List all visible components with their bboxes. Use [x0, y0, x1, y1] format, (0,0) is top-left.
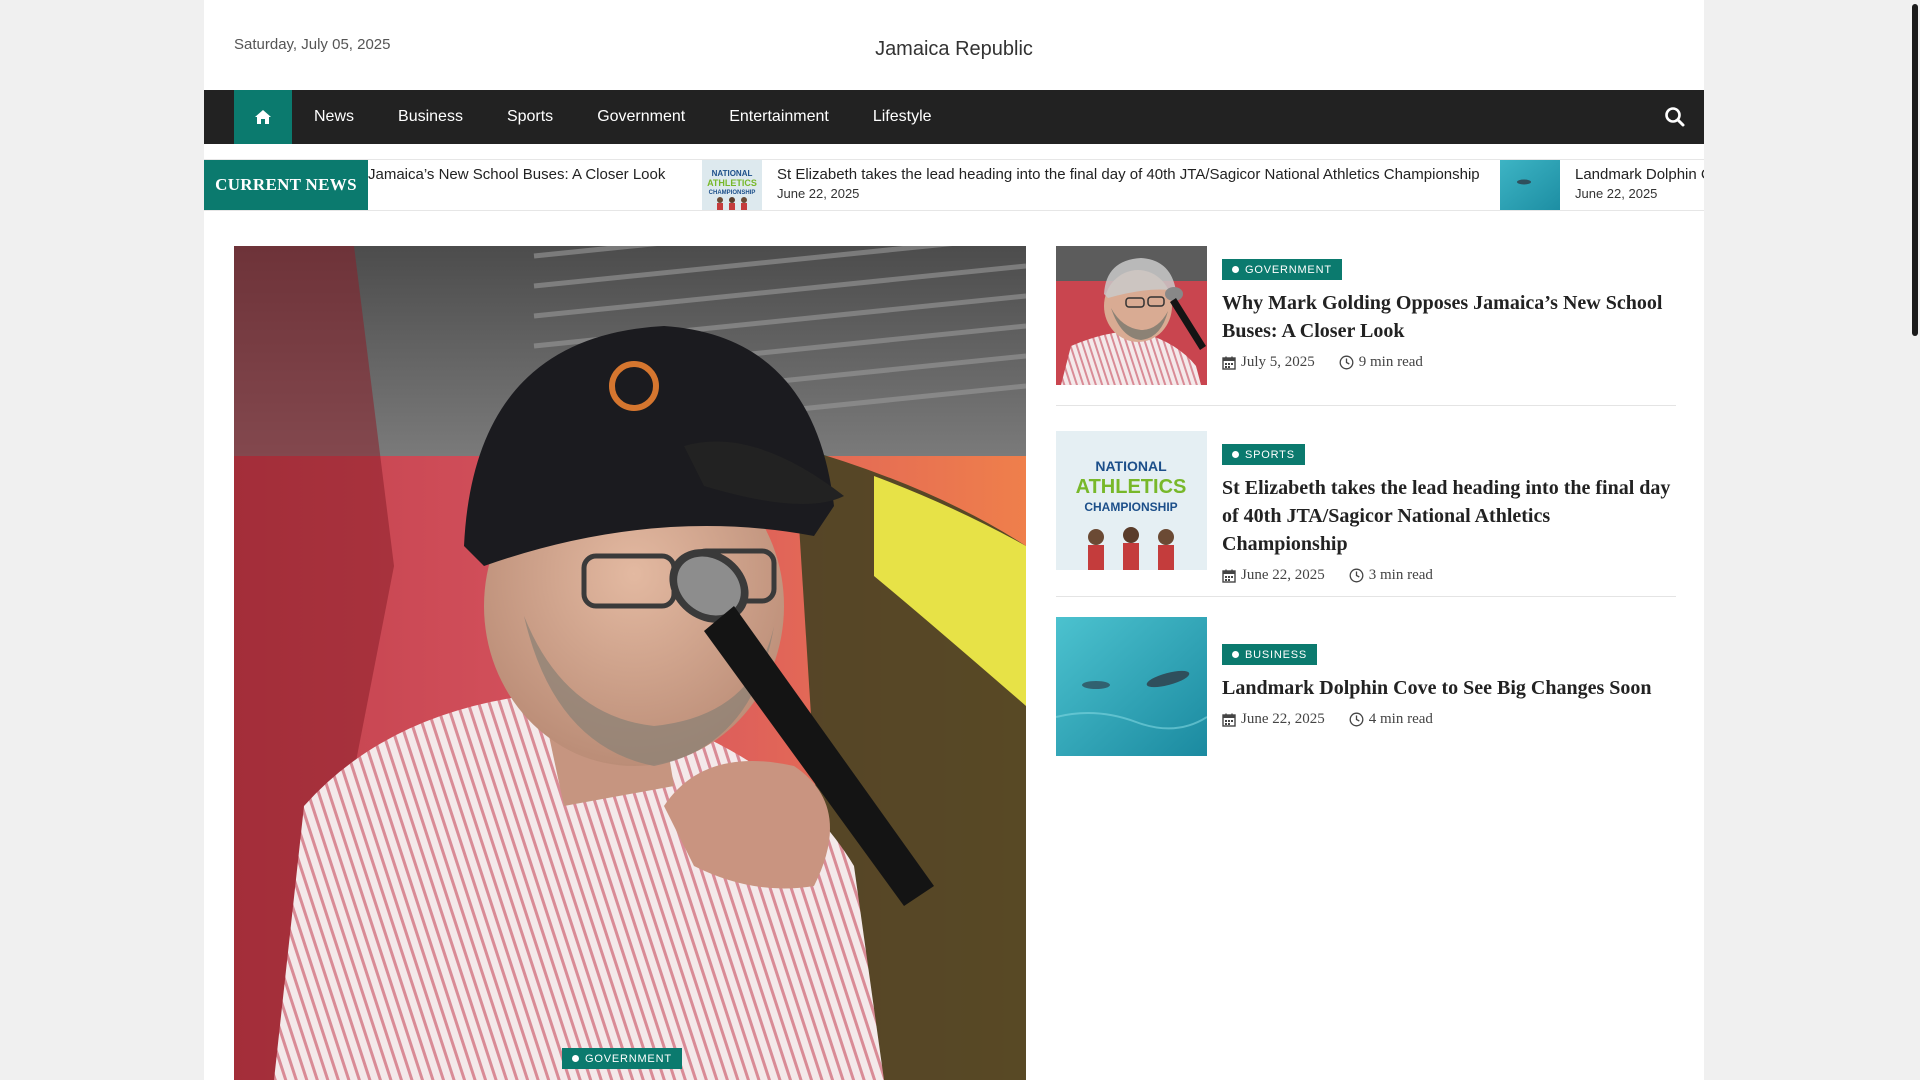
nav-home-button[interactable]	[234, 90, 292, 144]
news-ticker: CURRENT NEWS Jamaica’s New School Buses:…	[204, 159, 1704, 211]
main-nav: News Business Sports Government Entertai…	[204, 90, 1704, 144]
ticker-item-title[interactable]: Landmark Dolphin C	[1575, 166, 1704, 183]
article-date: June 22, 2025	[1241, 567, 1325, 583]
scrollbar[interactable]	[1910, 0, 1920, 1080]
featured-category-badge[interactable]: GOVERNMENT	[562, 1048, 682, 1069]
ticker-label: CURRENT NEWS	[204, 160, 368, 210]
article-thumbnail[interactable]	[1056, 246, 1207, 385]
article-date: June 22, 2025	[1241, 711, 1325, 727]
clock-icon	[1339, 355, 1354, 370]
nav-item-lifestyle[interactable]: Lifestyle	[851, 90, 954, 144]
ticker-item-date: June 22, 2025	[777, 186, 860, 201]
dot-icon	[1232, 266, 1239, 273]
ticker-item[interactable]: Landmark Dolphin C June 22, 2025	[1500, 160, 1704, 210]
category-badge[interactable]: BUSINESS	[1222, 644, 1318, 665]
ticker-item-title[interactable]: St Elizabeth takes the lead heading into…	[777, 166, 1480, 183]
badge-label: GOVERNMENT	[1245, 263, 1332, 276]
clock-icon	[1349, 568, 1364, 583]
search-icon	[1665, 107, 1685, 127]
badge-label: SPORTS	[1245, 448, 1295, 461]
dot-icon	[1232, 451, 1239, 458]
divider	[1056, 596, 1676, 597]
calendar-icon	[1222, 356, 1236, 370]
category-badge[interactable]: GOVERNMENT	[1222, 259, 1342, 280]
nav-menu: News Business Sports Government Entertai…	[292, 90, 954, 144]
ticker-item[interactable]: Jamaica’s New School Buses: A Closer Loo…	[368, 160, 665, 210]
thumb-text-championship: CHAMPIONSHIP	[1084, 500, 1177, 514]
dot-icon	[572, 1055, 579, 1062]
dot-icon	[1232, 651, 1239, 658]
article-title[interactable]: Why Mark Golding Opposes Jamaica’s New S…	[1222, 289, 1676, 345]
article-title[interactable]: Landmark Dolphin Cove to See Big Changes…	[1222, 674, 1676, 702]
page: Saturday, July 05, 2025 Jamaica Republic…	[204, 0, 1704, 1080]
scrollbar-thumb[interactable]	[1912, 4, 1918, 336]
article-meta: July 5, 2025 9 min read	[1222, 354, 1676, 371]
article-thumbnail[interactable]: NATIONAL ATHLETICS CHAMPIONSHIP	[1056, 431, 1207, 570]
article-title[interactable]: St Elizabeth takes the lead heading into…	[1222, 474, 1676, 558]
ticker-thumbnail[interactable]	[1500, 160, 1560, 210]
top-bar: Saturday, July 05, 2025 Jamaica Republic	[204, 0, 1704, 90]
nav-item-sports[interactable]: Sports	[485, 90, 575, 144]
read-time: 4 min read	[1368, 711, 1433, 727]
calendar-icon	[1222, 713, 1236, 727]
article-date: July 5, 2025	[1241, 354, 1315, 370]
article-thumbnail[interactable]	[1056, 617, 1207, 756]
badge-label: GOVERNMENT	[585, 1052, 672, 1065]
ticker-item-title[interactable]: Jamaica’s New School Buses: A Closer Loo…	[368, 166, 665, 183]
article-meta: June 22, 2025 4 min read	[1222, 711, 1676, 728]
calendar-icon	[1222, 569, 1236, 583]
ticker-item[interactable]: NATIONAL ATHLETICS CHAMPIONSHIP St Eliza…	[702, 160, 1480, 210]
category-badge[interactable]: SPORTS	[1222, 444, 1305, 465]
svg-text:ATHLETICS: ATHLETICS	[707, 178, 757, 188]
nav-item-business[interactable]: Business	[376, 90, 485, 144]
site-title[interactable]: Jamaica Republic	[204, 38, 1704, 61]
badge-label: BUSINESS	[1245, 648, 1308, 661]
read-time: 9 min read	[1358, 354, 1423, 370]
article-meta: June 22, 2025 3 min read	[1222, 567, 1676, 584]
nav-item-news[interactable]: News	[292, 90, 376, 144]
thumb-text-athletics: ATHLETICS	[1076, 476, 1187, 498]
nav-item-government[interactable]: Government	[575, 90, 707, 144]
svg-text:NATIONAL: NATIONAL	[712, 169, 753, 178]
ticker-thumbnail[interactable]: NATIONAL ATHLETICS CHAMPIONSHIP	[702, 160, 762, 210]
featured-article-image[interactable]: GOVERNMENT	[234, 246, 1026, 1080]
thumb-text-national: NATIONAL	[1095, 458, 1167, 474]
nav-item-entertainment[interactable]: Entertainment	[707, 90, 851, 144]
divider	[1056, 405, 1676, 406]
clock-icon	[1349, 712, 1364, 727]
featured-photo	[234, 246, 1026, 1080]
read-time: 3 min read	[1368, 567, 1433, 583]
search-button[interactable]	[1662, 104, 1688, 130]
ticker-item-date: June 22, 2025	[1575, 186, 1658, 201]
home-icon	[255, 110, 271, 124]
svg-text:CHAMPIONSHIP: CHAMPIONSHIP	[709, 190, 756, 196]
